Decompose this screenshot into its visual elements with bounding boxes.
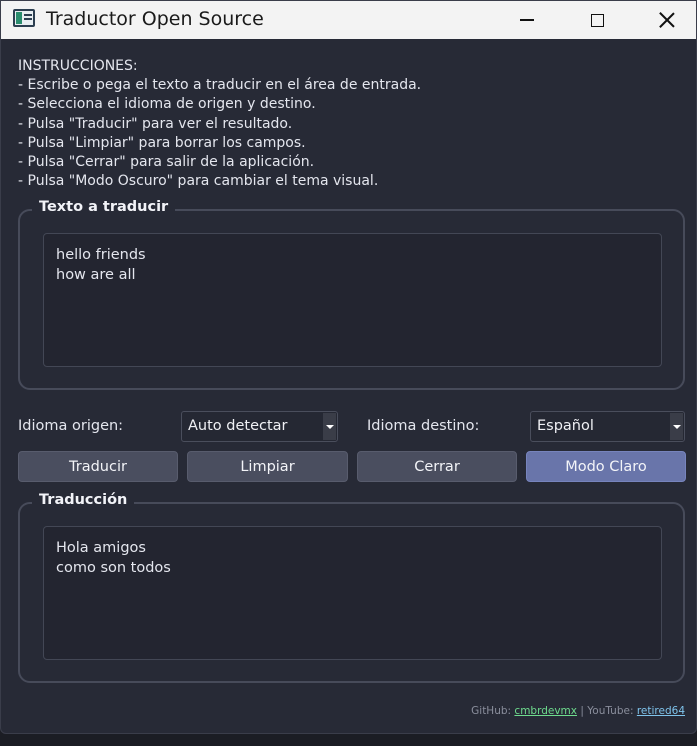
footer-separator: | <box>580 705 584 717</box>
minimize-icon <box>520 19 534 21</box>
chevron-down-icon <box>323 413 336 440</box>
chevron-down-icon <box>670 413 683 440</box>
instruction-line: - Pulsa "Limpiar" para borrar los campos… <box>18 134 306 151</box>
app-icon <box>13 9 35 27</box>
close-button[interactable]: Cerrar <box>357 451 517 482</box>
instruction-line: - Escribe o pega el texto a traducir en … <box>18 77 422 94</box>
instruction-line: - Pulsa "Cerrar" para salir de la aplica… <box>18 154 315 171</box>
window-title: Traductor Open Source <box>46 8 264 30</box>
output-group: Traducción Hola amigos como son todos <box>18 492 685 683</box>
target-language-label: Idioma destino: <box>367 418 480 434</box>
maximize-button[interactable] <box>574 1 620 39</box>
translate-button[interactable]: Traducir <box>18 451 178 482</box>
footer-credits: GitHub: cmbrdevmx | YouTube: retired64 <box>471 705 685 717</box>
close-window-button[interactable] <box>644 1 690 39</box>
youtube-link[interactable]: retired64 <box>637 705 685 717</box>
instruction-line: - Pulsa "Modo Oscuro" para cambiar el te… <box>18 173 379 190</box>
source-language-label: Idioma origen: <box>18 418 124 434</box>
target-language-value: Español <box>537 418 594 434</box>
source-language-select[interactable]: Auto detectar <box>181 411 338 442</box>
source-text-input[interactable]: hello friends how are all <box>43 233 662 367</box>
input-group: Texto a traducir hello friends how are a… <box>18 199 685 390</box>
youtube-label: YouTube: <box>587 705 634 717</box>
target-language-select[interactable]: Español <box>530 411 685 442</box>
minimize-button[interactable] <box>504 1 550 39</box>
maximize-icon <box>590 13 604 27</box>
clear-button[interactable]: Limpiar <box>187 451 348 482</box>
output-group-title: Traducción <box>32 492 135 508</box>
github-label: GitHub: <box>471 705 512 717</box>
instructions-text: INSTRUCCIONES: - Escribe o pega el texto… <box>18 57 421 191</box>
github-link[interactable]: cmbrdevmx <box>514 705 577 717</box>
instructions-heading: INSTRUCCIONES: <box>18 58 138 74</box>
source-language-value: Auto detectar <box>188 418 288 434</box>
translation-output[interactable]: Hola amigos como son todos <box>43 526 662 660</box>
instruction-line: - Pulsa "Traducir" para ver el resultado… <box>18 115 293 132</box>
source-text-line: hello friends <box>56 247 146 263</box>
app-window: Traductor Open Source INSTRUCCIONES: - E… <box>0 0 697 734</box>
close-icon <box>659 12 675 28</box>
instruction-line: - Selecciona el idioma de origen y desti… <box>18 96 316 113</box>
input-group-title: Texto a traducir <box>32 199 176 215</box>
translation-line: Hola amigos <box>56 540 146 556</box>
title-bar[interactable]: Traductor Open Source <box>1 1 696 39</box>
source-text-line: how are all <box>56 266 136 283</box>
translation-line: como son todos <box>56 559 171 576</box>
theme-toggle-button[interactable]: Modo Claro <box>526 451 686 482</box>
